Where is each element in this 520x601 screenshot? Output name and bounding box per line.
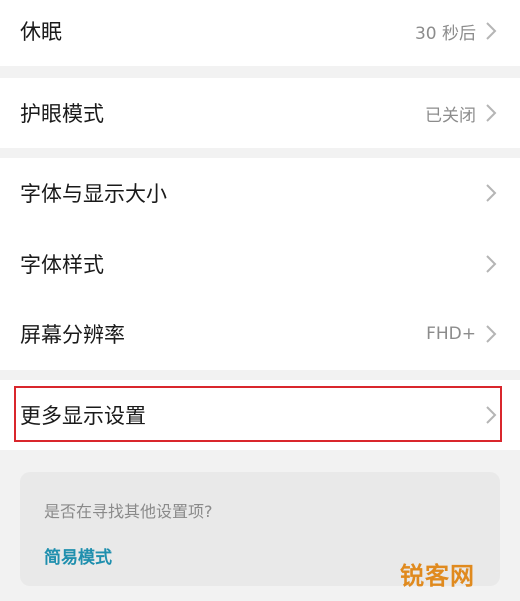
simple-mode-link[interactable]: 简易模式 [44,543,112,568]
settings-group-eye-care: 护眼模式 已关闭 [0,78,520,148]
settings-group-font-display: 字体与显示大小 字体样式 屏幕分辨率 FHD+ [0,158,520,370]
suggestion-question: 是否在寻找其他设置项? [44,502,213,521]
watermark-logo: 锐客网 [400,562,475,590]
sleep-row[interactable]: 休眠 30 秒后 [0,0,520,66]
resolution-label: 屏幕分辨率 [20,323,125,347]
resolution-value: FHD+ [426,324,476,344]
settings-group-sleep: 休眠 30 秒后 [0,0,520,66]
eye-care-row[interactable]: 护眼模式 已关闭 [0,78,520,148]
sleep-label: 休眠 [20,20,62,44]
chevron-right-icon [484,103,498,123]
eye-care-value: 已关闭 [425,105,476,126]
chevron-right-icon [484,183,498,203]
more-display-row[interactable]: 更多显示设置 [0,380,520,450]
chevron-right-icon [484,254,498,274]
font-display-size-label: 字体与显示大小 [20,182,167,206]
resolution-row[interactable]: 屏幕分辨率 FHD+ [0,299,520,369]
chevron-right-icon [484,21,498,41]
font-style-label: 字体样式 [20,253,104,277]
font-style-row[interactable]: 字体样式 [0,229,520,299]
chevron-right-icon [484,324,498,344]
font-display-size-row[interactable]: 字体与显示大小 [0,158,520,228]
sleep-value: 30 秒后 [414,23,476,44]
more-display-label: 更多显示设置 [20,404,146,428]
eye-care-label: 护眼模式 [20,102,104,126]
settings-group-more-display: 更多显示设置 [0,380,520,450]
chevron-right-icon [484,405,498,425]
